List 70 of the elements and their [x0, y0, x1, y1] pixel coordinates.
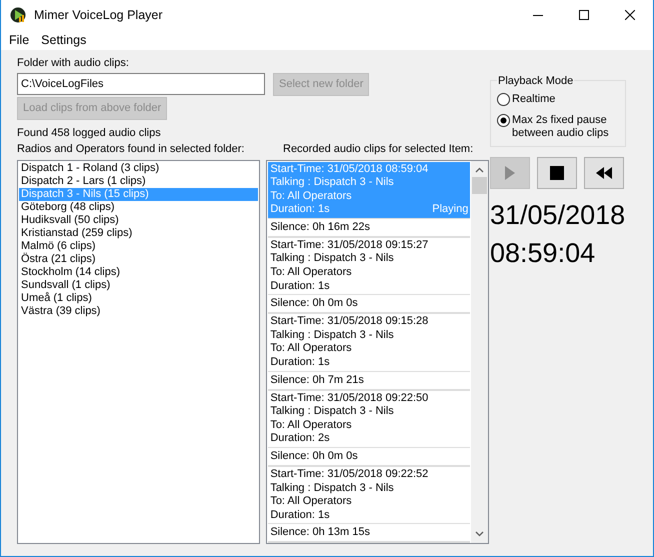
scrollbar[interactable]: [471, 160, 488, 542]
clip-entry[interactable]: Start-Time: 31/05/2018 09:22:52 Talking : Dispatch 3 - Nils To: All Operators Duration: 1s: [268, 467, 470, 524]
radio-icon[interactable]: [497, 93, 510, 106]
time-display: 08:59:04: [490, 237, 596, 270]
clip-entry[interactable]: Start-Time: 31/05/2018 09:22:50 Talking : Dispatch 3 - Nils To: All Operators Duration: 2s: [268, 390, 470, 448]
clip-recipient: To: All Operators: [270, 418, 353, 432]
close-icon[interactable]: [625, 10, 635, 20]
date-display: 31/05/2018: [490, 199, 626, 232]
window-title: Mimer VoiceLog Player: [34, 6, 163, 24]
clip-start-time: Start-Time: 31/05/2018 08:59:04: [270, 162, 430, 176]
silence-text: Silence: 0h 7m 21s: [268, 372, 470, 391]
silence-text: Silence: 0h 0m 0s: [268, 448, 470, 467]
list-item[interactable]: Dispatch 1 - Roland (3 clips): [19, 162, 258, 174]
list-item[interactable]: Östra (21 clips): [19, 252, 258, 266]
silence-text: Silence: 0h 13m 15s: [268, 524, 470, 542]
radio-label[interactable]: Realtime: [512, 93, 556, 106]
stop-button[interactable]: [537, 157, 577, 189]
list-item[interactable]: Malmö (6 clips): [19, 240, 258, 252]
group-title: Playback Mode: [497, 73, 574, 90]
list-item[interactable]: Dispatch 2 - Lars (1 clips): [19, 174, 258, 188]
scrollbar-thumb[interactable]: [472, 176, 488, 194]
clip-start-time: Start-Time: 31/05/2018 09:22:52: [270, 468, 430, 482]
clip-entry[interactable]: Start-Time: 31/05/2018 09:15:28 Talking : Dispatch 3 - Nils To: All Operators Duration: 1s: [268, 314, 470, 372]
folder-path-field[interactable]: C:\VoiceLogFiles: [17, 73, 265, 95]
radio-icon[interactable]: [497, 114, 510, 127]
list-item[interactable]: Västra (39 clips): [19, 304, 258, 318]
clip-talking: Talking : Dispatch 3 - Nils: [270, 252, 395, 266]
list-item[interactable]: Kristianstad (259 clips): [19, 226, 258, 240]
clip-recipient: To: All Operators: [270, 342, 353, 356]
folder-label: Folder with audio clips:: [17, 56, 130, 71]
clip-recipient: To: All Operators: [270, 266, 353, 280]
menu-item[interactable]: Settings: [35, 30, 92, 50]
rewind-icon: [596, 167, 612, 179]
clip-duration: Duration: 2s: [270, 432, 330, 446]
clip-status: Playing: [432, 203, 468, 217]
clip-talking: Talking : Dispatch 3 - Nils: [270, 405, 395, 419]
clip-start-time: Start-Time: 31/05/2018 09:15:28: [270, 315, 430, 329]
silence-text: Silence: 0h 0m 0s: [268, 295, 470, 314]
radios-label: Radios and Operators found in selected folder:: [17, 142, 246, 156]
clip-duration: Duration: 1s: [270, 356, 330, 370]
clip-duration: Duration: 1s: [270, 508, 330, 522]
list-item[interactable]: Göteborg (48 clips): [19, 200, 258, 214]
clip-talking: Talking : Dispatch 3 - Nils: [270, 176, 395, 190]
clip-recipient: To: All Operators: [270, 190, 353, 204]
clip-entry[interactable]: Start-Time: 31/05/2018 09:15:27 Talking : Dispatch 3 - Nils To: All Operators Duration: 1s: [268, 238, 470, 296]
clip-talking: Talking : Dispatch 3 - Nils: [270, 482, 395, 496]
found-count-text: Found 458 logged audio clips: [17, 126, 162, 140]
list-item[interactable]: Sundsvall (1 clips): [19, 278, 258, 292]
scroll-down-icon[interactable]: [475, 530, 484, 536]
clips-label: Recorded audio clips for selected Item:: [283, 142, 474, 156]
maximize-icon[interactable]: [579, 10, 589, 20]
clip-duration: Duration: 1s: [270, 280, 330, 294]
list-item[interactable]: Umeå (1 clips): [19, 292, 258, 304]
minimize-icon[interactable]: [533, 14, 543, 16]
radios-list[interactable]: [17, 160, 260, 544]
play-icon: [505, 166, 515, 180]
clip-recipient: To: All Operators: [270, 495, 353, 509]
stop-icon: [550, 166, 564, 180]
clip-duration: Duration: 1s: [270, 203, 330, 217]
radio-label[interactable]: Max 2s fixed pause between audio clips: [512, 114, 619, 140]
menu-item[interactable]: File: [3, 30, 36, 50]
list-item[interactable]: Hudiksvall (50 clips): [19, 214, 258, 226]
clip-start-time: Start-Time: 31/05/2018 09:22:50: [270, 392, 430, 406]
scroll-up-icon[interactable]: [475, 166, 484, 172]
clip-talking: Talking : Dispatch 3 - Nils: [270, 328, 395, 342]
app-icon: [10, 7, 26, 23]
clip-start-time: Start-Time: 31/05/2018 09:15:27: [270, 238, 430, 252]
silence-text: Silence: 0h 16m 22s: [268, 218, 470, 238]
rewind-button[interactable]: [584, 157, 624, 189]
list-item[interactable]: Stockholm (14 clips): [19, 266, 258, 278]
